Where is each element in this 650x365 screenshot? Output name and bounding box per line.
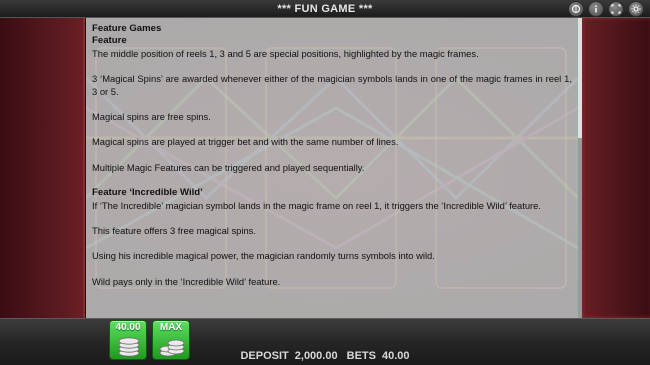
section-title-feature: Feature bbox=[92, 35, 127, 47]
reel-frame-left bbox=[0, 18, 85, 318]
paragraph: Magical spins are played at trigger bet … bbox=[92, 136, 399, 148]
scrollbar[interactable] bbox=[578, 18, 582, 318]
section-title-incredible-wild: Feature ‘Incredible Wild’ bbox=[92, 187, 203, 199]
scrollbar-thumb[interactable] bbox=[578, 18, 582, 138]
paragraph: Magical spins are free spins. bbox=[92, 111, 211, 123]
paragraph: Using his incredible magical power, the … bbox=[92, 250, 435, 262]
bet-value-label: 40.00 bbox=[115, 322, 141, 333]
fullscreen-icon[interactable] bbox=[608, 1, 624, 17]
max-bet-label: MAX bbox=[159, 322, 183, 333]
paragraph: The middle position of reels 1, 3 and 5 … bbox=[92, 47, 479, 59]
top-bar: *** FUN GAME *** bbox=[0, 0, 650, 18]
deposit-label: DEPOSIT bbox=[240, 350, 289, 362]
settings-icon[interactable] bbox=[628, 1, 644, 17]
status-line: DEPOSIT 2,000.00 BETS 40.00 bbox=[0, 350, 650, 362]
page-heading: Feature Games bbox=[92, 23, 162, 34]
toggle-icon[interactable] bbox=[568, 1, 584, 17]
bets-value: 40.00 bbox=[382, 350, 410, 362]
deposit-value: 2,000.00 bbox=[294, 350, 338, 362]
paragraph: If ‘The Incredible’ magician symbol land… bbox=[92, 199, 541, 211]
paragraph: This feature offers 3 free magical spins… bbox=[92, 225, 256, 237]
top-icon-group bbox=[568, 1, 644, 17]
paragraph: Multiple Magic Features can be triggered… bbox=[92, 161, 365, 173]
info-icon[interactable] bbox=[588, 1, 604, 17]
paragraph: 3 ‘Magical Spins’ are awarded whenever e… bbox=[92, 73, 572, 97]
reel-frame-right bbox=[578, 18, 650, 318]
paytable-panel[interactable]: Feature Games Feature The middle positio… bbox=[86, 18, 578, 318]
game-title: *** FUN GAME *** bbox=[277, 3, 373, 15]
paragraph: Wild pays only in the ‘Incredible Wild’ … bbox=[92, 275, 281, 287]
bets-label: BETS bbox=[346, 350, 376, 362]
